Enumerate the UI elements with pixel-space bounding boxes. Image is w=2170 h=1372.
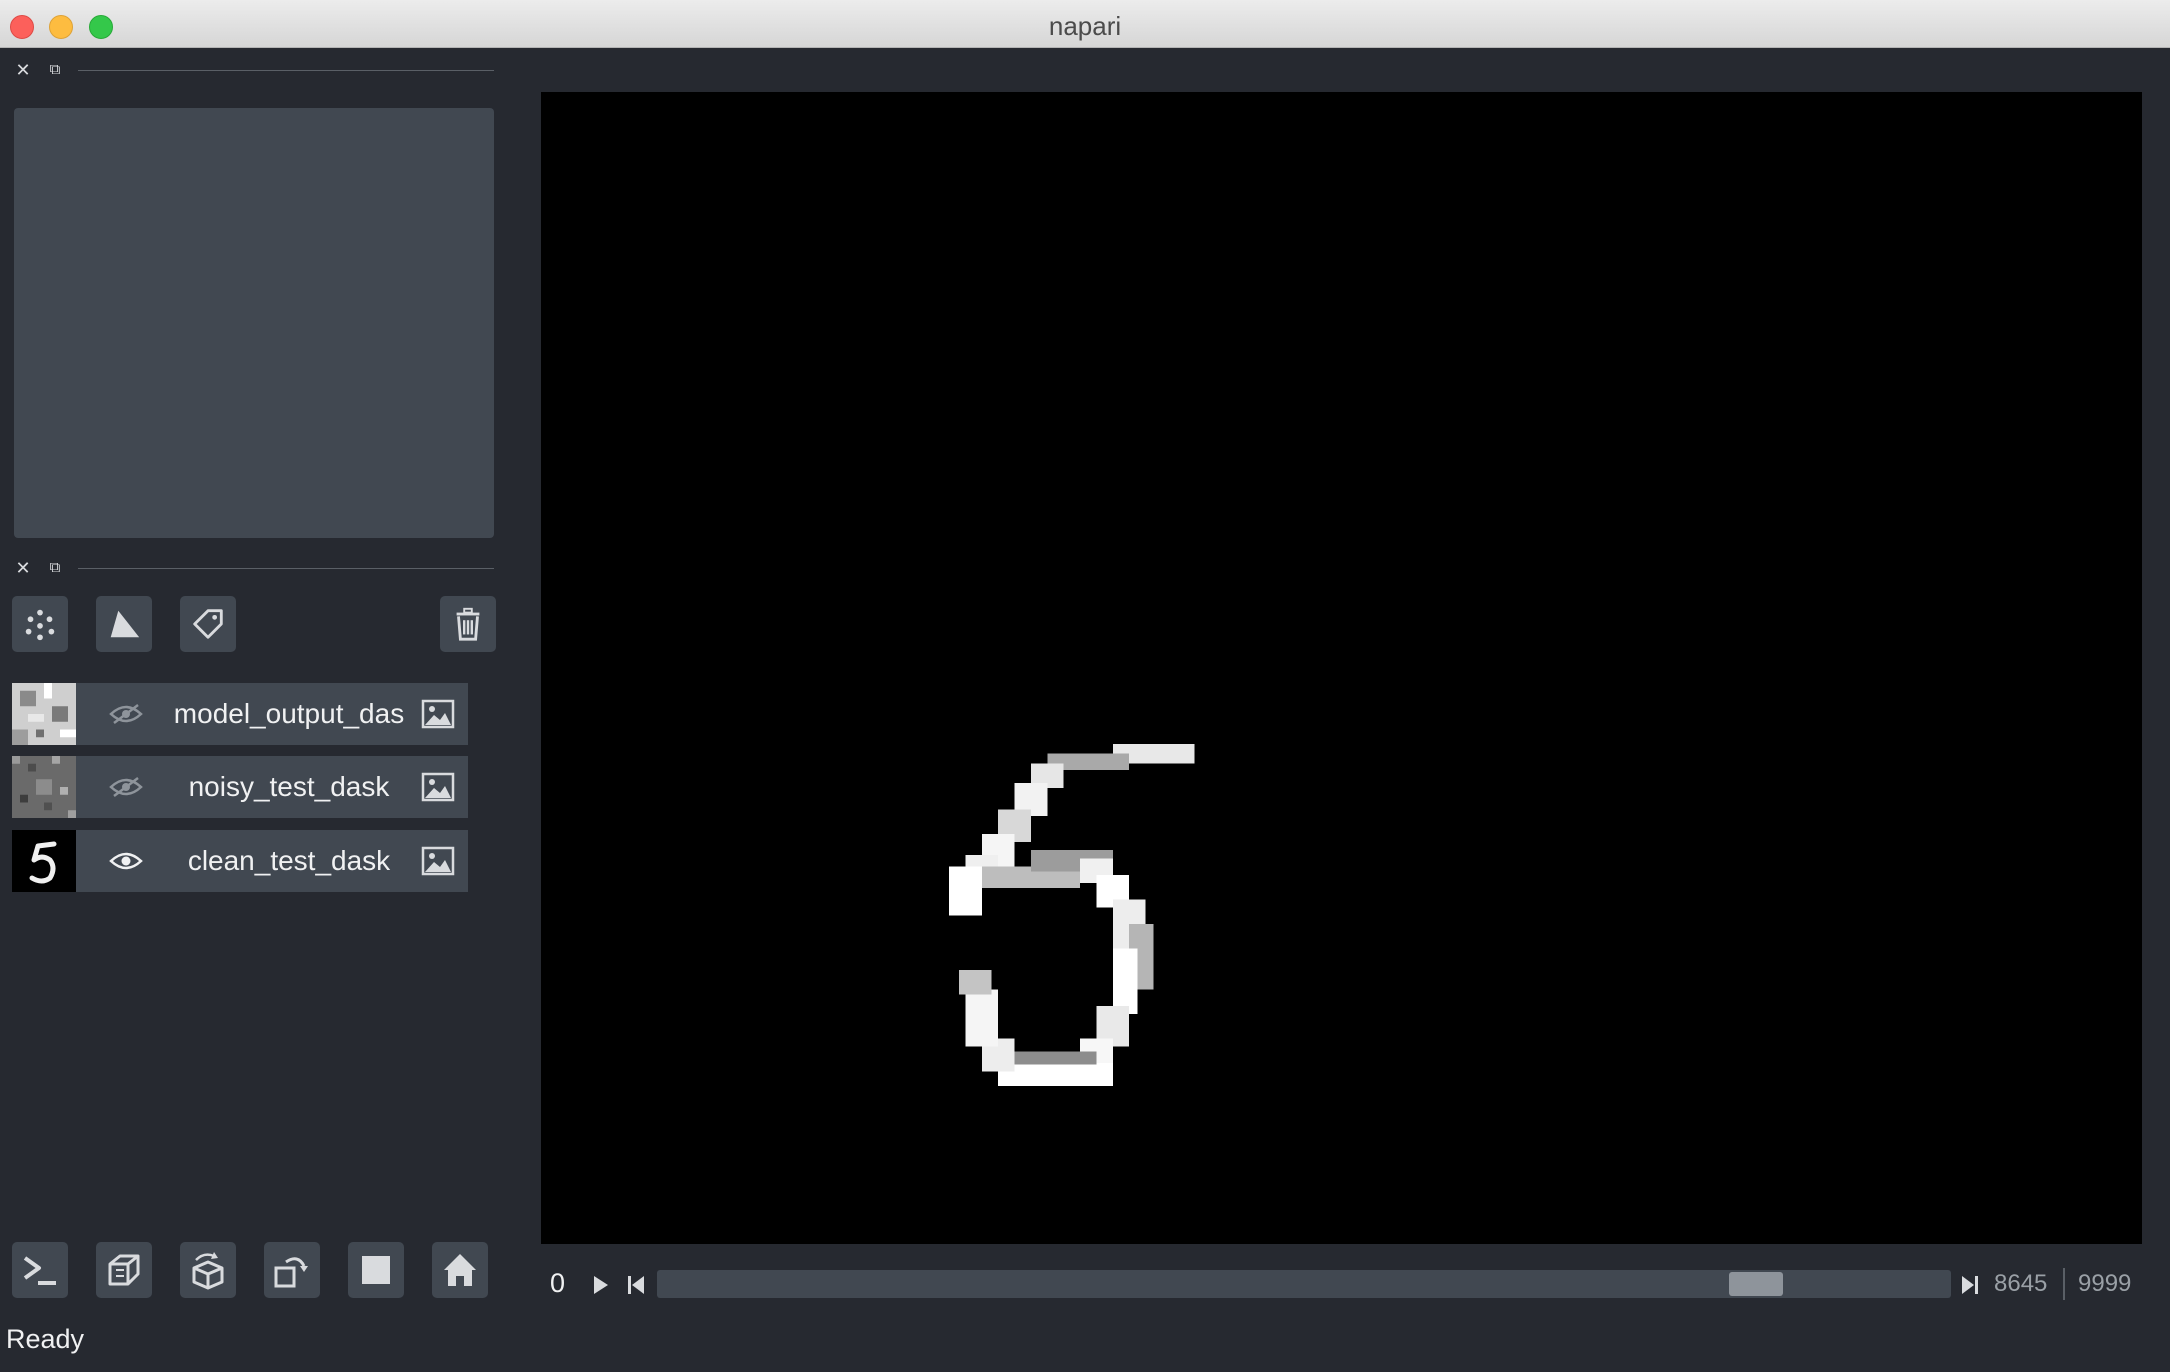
visibility-toggle[interactable] xyxy=(106,770,146,804)
delete-layer-button[interactable] xyxy=(440,596,496,652)
dock-float-icon[interactable]: ⧉ xyxy=(44,56,66,84)
image-icon xyxy=(421,846,455,876)
dims-slider[interactable] xyxy=(657,1270,1951,1298)
layer-name[interactable]: noisy_test_dask xyxy=(164,756,414,818)
grid-button[interactable] xyxy=(348,1242,404,1298)
trash-icon xyxy=(456,607,480,641)
home-button[interactable] xyxy=(432,1242,488,1298)
transpose-button[interactable] xyxy=(264,1242,320,1298)
layer-list-dock-title: ✕ ⧉ xyxy=(12,554,494,582)
layer-row-noisy-test[interactable]: noisy_test_dask xyxy=(12,756,468,818)
new-labels-button[interactable] xyxy=(180,596,236,652)
home-icon xyxy=(444,1254,476,1286)
napari-window: napari ✕ ⧉ ✕ ⧉ model_output_das noisy_te… xyxy=(0,0,2170,1372)
layer-thumbnail xyxy=(12,830,76,892)
step-back-icon[interactable] xyxy=(624,1272,648,1298)
layer-thumbnail xyxy=(12,683,76,745)
play-icon[interactable] xyxy=(588,1272,612,1298)
dock-float-icon[interactable]: ⧉ xyxy=(44,554,66,582)
dock-divider xyxy=(78,568,494,569)
visibility-toggle[interactable] xyxy=(106,844,146,878)
layer-name[interactable]: model_output_das xyxy=(164,683,414,745)
layer-row-clean-test[interactable]: clean_test_dask xyxy=(12,830,468,892)
console-icon xyxy=(23,1256,56,1285)
layer-controls-dock-title: ✕ ⧉ xyxy=(12,56,494,84)
digit-image xyxy=(949,743,1195,1087)
new-points-button[interactable] xyxy=(12,596,68,652)
shapes-icon xyxy=(110,610,140,638)
title-bar: napari xyxy=(0,0,2170,48)
dim-axis-value: 0 xyxy=(550,1268,566,1298)
status-text: Ready xyxy=(6,1324,85,1354)
roll-dims-button[interactable] xyxy=(180,1242,236,1298)
eye-hidden-icon xyxy=(109,704,143,724)
cube-icon xyxy=(108,1254,140,1286)
layer-thumbnail xyxy=(12,756,76,818)
new-shapes-button[interactable] xyxy=(96,596,152,652)
dock-divider xyxy=(78,70,494,71)
max-frame: 9999 xyxy=(2078,1270,2132,1297)
eye-hidden-icon xyxy=(109,777,143,797)
slider-handle[interactable] xyxy=(1729,1272,1783,1296)
roll-icon xyxy=(192,1252,224,1290)
layer-controls-panel xyxy=(14,108,494,538)
ndisplay-button[interactable] xyxy=(96,1242,152,1298)
frame-separator xyxy=(2063,1268,2065,1300)
current-frame[interactable]: 8645 xyxy=(1994,1270,2047,1298)
dock-close-icon[interactable]: ✕ xyxy=(12,56,34,84)
window-title: napari xyxy=(1048,11,1122,41)
points-icon xyxy=(25,609,55,641)
square-icon xyxy=(362,1256,390,1284)
eye-icon xyxy=(109,852,143,870)
labels-icon xyxy=(193,609,223,639)
transpose-icon xyxy=(274,1257,308,1288)
visibility-toggle[interactable] xyxy=(106,697,146,731)
layer-row-model-output[interactable]: model_output_das xyxy=(12,683,468,745)
dock-close-icon[interactable]: ✕ xyxy=(12,554,34,582)
console-button[interactable] xyxy=(12,1242,68,1298)
layer-name[interactable]: clean_test_dask xyxy=(164,830,414,892)
viewer-canvas[interactable] xyxy=(541,92,2142,1244)
image-icon xyxy=(421,772,455,802)
image-icon xyxy=(421,699,455,729)
step-forward-icon[interactable] xyxy=(1958,1272,1982,1298)
